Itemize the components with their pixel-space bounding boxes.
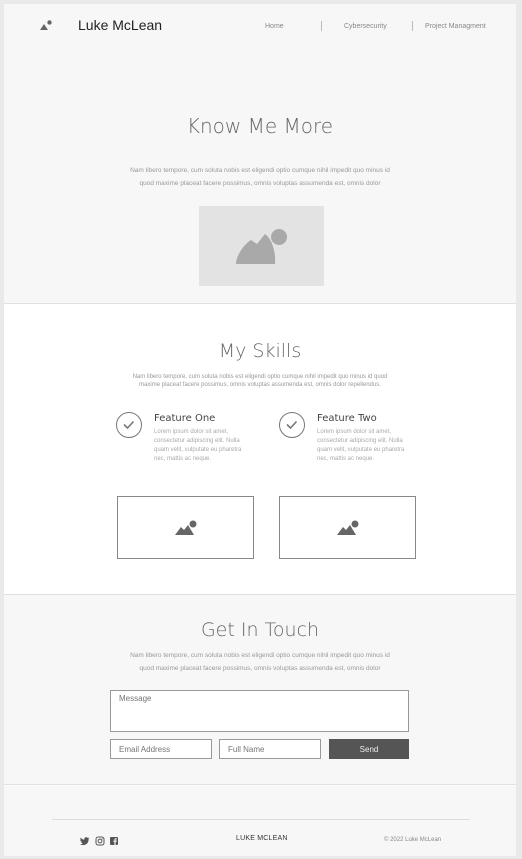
- footer-divider: [52, 819, 470, 820]
- instagram-icon[interactable]: [95, 836, 105, 846]
- message-field[interactable]: [110, 690, 409, 732]
- hero-title: Know Me More: [186, 114, 334, 138]
- hero-section: Luke McLean Home Cybersecurity Project M…: [4, 4, 516, 304]
- footer-brand[interactable]: LUKE MCLEAN: [236, 835, 288, 842]
- skill-image-placeholder: [279, 496, 416, 559]
- contact-title: Get In Touch: [200, 619, 320, 641]
- image-placeholder-icon: [175, 520, 197, 535]
- contact-text: Nam libero tempore, cum soluta nobis est…: [130, 652, 390, 672]
- send-button[interactable]: Send: [329, 739, 409, 759]
- nav-divider: [412, 21, 413, 31]
- skill-image-placeholder: [117, 496, 254, 559]
- page: Luke McLean Home Cybersecurity Project M…: [4, 4, 516, 856]
- hero-image-placeholder: [199, 206, 324, 286]
- nav-cybersecurity[interactable]: Cybersecurity: [344, 23, 387, 30]
- image-placeholder-icon: [236, 229, 287, 264]
- check-icon: [116, 412, 142, 438]
- contact-section: Get In Touch Nam libero tempore, cum sol…: [4, 595, 516, 785]
- nav-divider: [321, 21, 322, 31]
- image-logo-icon[interactable]: [39, 19, 53, 31]
- hero-text: Nam libero tempore, cum soluta nobis est…: [130, 167, 390, 187]
- full-name-field[interactable]: [219, 739, 321, 759]
- nav-project-management[interactable]: Project Managment: [425, 23, 486, 30]
- feature-two-title: Feature Two: [317, 413, 377, 424]
- skills-text: Nam libero tempore, cum soluta nobis est…: [132, 374, 388, 388]
- footer: LUKE MCLEAN © 2022 Luke McLean: [4, 786, 516, 856]
- facebook-icon[interactable]: [109, 836, 119, 846]
- brand-name[interactable]: Luke McLean: [78, 17, 162, 33]
- skills-title: My Skills: [218, 340, 302, 362]
- feature-two-text: Lorem ipsum dolor sit amet, consectetur …: [317, 429, 405, 462]
- twitter-icon[interactable]: [80, 836, 90, 846]
- image-placeholder-icon: [337, 520, 359, 535]
- feature-one-text: Lorem ipsum dolor sit amet, consectetur …: [154, 429, 242, 462]
- feature-one-title: Feature One: [154, 413, 216, 424]
- check-icon: [279, 412, 305, 438]
- skills-section: My Skills Nam libero tempore, cum soluta…: [4, 304, 516, 595]
- copyright-text: © 2022 Luke McLean: [384, 837, 442, 843]
- email-field[interactable]: [110, 739, 212, 759]
- nav-home[interactable]: Home: [265, 23, 284, 30]
